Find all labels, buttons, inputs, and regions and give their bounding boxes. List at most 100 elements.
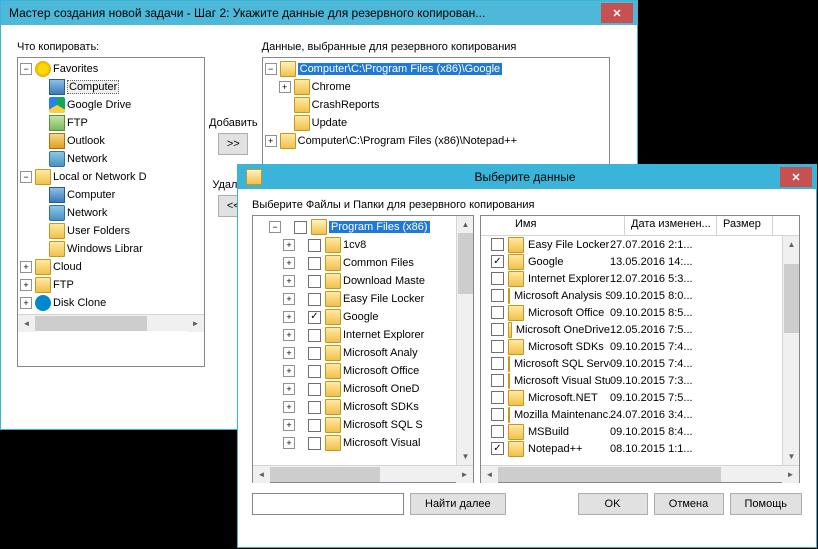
- find-next-button[interactable]: Найти далее: [410, 493, 506, 515]
- collapse-icon[interactable]: −: [265, 63, 277, 75]
- list-row[interactable]: Microsoft SDKs09.10.2015 7:4...: [481, 338, 782, 355]
- scroll-up-icon[interactable]: ▲: [783, 236, 799, 253]
- checkbox[interactable]: [308, 365, 321, 378]
- expand-icon[interactable]: +: [283, 419, 295, 431]
- scroll-thumb[interactable]: [270, 467, 380, 482]
- folder-tree[interactable]: −Program Files (x86)+1cv8+Common Files+D…: [252, 215, 474, 483]
- list-row[interactable]: Microsoft SQL Server09.10.2015 7:4...: [481, 355, 782, 372]
- scroll-right-icon[interactable]: ►: [456, 466, 473, 483]
- add-button[interactable]: >>: [218, 133, 248, 155]
- scroll-left-icon[interactable]: ◄: [253, 466, 270, 483]
- checkbox[interactable]: [308, 293, 321, 306]
- collapse-icon[interactable]: −: [20, 63, 32, 75]
- expand-icon[interactable]: +: [283, 401, 295, 413]
- close-button[interactable]: ✕: [601, 3, 633, 23]
- col-size[interactable]: Размер: [717, 216, 773, 235]
- tree-item[interactable]: +Internet Explorer: [255, 326, 454, 344]
- tree-item[interactable]: CrashReports: [265, 96, 607, 114]
- list-row[interactable]: Microsoft Office09.10.2015 8:5...: [481, 304, 782, 321]
- expand-icon[interactable]: +: [20, 297, 32, 309]
- tree-item[interactable]: +Computer\C:\Program Files (x86)\Notepad…: [265, 132, 607, 150]
- close-button[interactable]: ✕: [780, 167, 812, 187]
- checkbox[interactable]: [308, 347, 321, 360]
- checkbox[interactable]: [491, 323, 504, 336]
- tree-item[interactable]: +Common Files: [255, 254, 454, 272]
- scrollbar-vertical[interactable]: ▲▼: [456, 216, 473, 465]
- list-row[interactable]: Notepad++08.10.2015 1:1...: [481, 440, 782, 457]
- scroll-right-icon[interactable]: ►: [187, 315, 204, 332]
- checkbox[interactable]: [308, 437, 321, 450]
- list-row[interactable]: MSBuild09.10.2015 8:4...: [481, 423, 782, 440]
- list-row[interactable]: Easy File Locker27.07.2016 2:1...: [481, 236, 782, 253]
- checkbox[interactable]: [491, 442, 504, 455]
- cancel-button[interactable]: Отмена: [654, 493, 724, 515]
- titlebar[interactable]: Выберите данные ✕: [238, 165, 816, 189]
- scroll-thumb[interactable]: [498, 467, 721, 482]
- tree-item-outlook[interactable]: Outlook: [20, 132, 202, 150]
- scroll-up-icon[interactable]: ▲: [457, 216, 473, 233]
- expand-icon[interactable]: +: [265, 135, 277, 147]
- expand-icon[interactable]: +: [283, 365, 295, 377]
- collapse-icon[interactable]: −: [269, 221, 281, 233]
- tree-item-ftp2[interactable]: +FTP: [20, 276, 202, 294]
- list-row[interactable]: Google13.05.2016 14:...: [481, 253, 782, 270]
- checkbox[interactable]: [308, 239, 321, 252]
- checkbox[interactable]: [491, 255, 504, 268]
- tree-item-root[interactable]: −Program Files (x86): [255, 218, 454, 236]
- tree-item[interactable]: +Chrome: [265, 78, 607, 96]
- tree-item-computer2[interactable]: Computer: [20, 186, 202, 204]
- tree-item-favorites[interactable]: −Favorites: [20, 60, 202, 78]
- scroll-right-icon[interactable]: ►: [782, 466, 799, 483]
- tree-item-cloud[interactable]: +Cloud: [20, 258, 202, 276]
- scroll-left-icon[interactable]: ◄: [481, 466, 498, 483]
- expand-icon[interactable]: +: [283, 437, 295, 449]
- checkbox[interactable]: [491, 374, 504, 387]
- expand-icon[interactable]: +: [283, 347, 295, 359]
- tree-item[interactable]: −Computer\C:\Program Files (x86)\Google: [265, 60, 607, 78]
- checkbox[interactable]: [491, 408, 504, 421]
- list-row[interactable]: Microsoft Visual Stu...09.10.2015 7:3...: [481, 372, 782, 389]
- checkbox[interactable]: [491, 238, 504, 251]
- scroll-thumb[interactable]: [458, 233, 473, 294]
- tree-item-computer[interactable]: Computer: [20, 78, 202, 96]
- tree-item[interactable]: +Easy File Locker: [255, 290, 454, 308]
- file-list[interactable]: Имя Дата изменен... Размер Easy File Loc…: [480, 215, 800, 483]
- tree-item[interactable]: +Google: [255, 308, 454, 326]
- expand-icon[interactable]: +: [283, 329, 295, 341]
- tree-item-network2[interactable]: Network: [20, 204, 202, 222]
- search-input[interactable]: [252, 493, 404, 515]
- scrollbar-horizontal[interactable]: ◄►: [253, 465, 473, 482]
- scroll-down-icon[interactable]: ▼: [457, 448, 473, 465]
- checkbox[interactable]: [491, 425, 504, 438]
- checkbox[interactable]: [308, 419, 321, 432]
- tree-item[interactable]: +Microsoft Analy: [255, 344, 454, 362]
- tree-item[interactable]: +Download Maste: [255, 272, 454, 290]
- list-row[interactable]: Internet Explorer12.07.2016 5:3...: [481, 270, 782, 287]
- expand-icon[interactable]: +: [283, 311, 295, 323]
- source-tree[interactable]: −Favorites Computer Google Drive FTP Out…: [17, 57, 205, 367]
- tree-item-winlib[interactable]: Windows Librar: [20, 240, 202, 258]
- checkbox[interactable]: [294, 221, 307, 234]
- expand-icon[interactable]: +: [20, 279, 32, 291]
- checkbox[interactable]: [491, 289, 504, 302]
- expand-icon[interactable]: +: [283, 383, 295, 395]
- checkbox[interactable]: [491, 272, 504, 285]
- tree-item[interactable]: +Microsoft OneD: [255, 380, 454, 398]
- scrollbar-horizontal[interactable]: ◄►: [18, 314, 204, 331]
- expand-icon[interactable]: +: [283, 275, 295, 287]
- tree-item[interactable]: +Microsoft Visual: [255, 434, 454, 452]
- selected-tree[interactable]: −Computer\C:\Program Files (x86)\Google …: [262, 57, 610, 177]
- scroll-thumb[interactable]: [35, 316, 147, 331]
- expand-icon[interactable]: +: [283, 257, 295, 269]
- checkbox[interactable]: [308, 257, 321, 270]
- list-row[interactable]: Microsoft Analysis S...09.10.2015 8:0...: [481, 287, 782, 304]
- col-name[interactable]: Имя: [509, 216, 625, 235]
- expand-icon[interactable]: +: [20, 261, 32, 273]
- checkbox[interactable]: [491, 357, 504, 370]
- list-row[interactable]: Mozilla Maintenanc...24.07.2016 3:4...: [481, 406, 782, 423]
- collapse-icon[interactable]: −: [20, 171, 32, 183]
- tree-item[interactable]: +Microsoft SDKs: [255, 398, 454, 416]
- expand-icon[interactable]: +: [283, 293, 295, 305]
- checkbox[interactable]: [308, 401, 321, 414]
- tree-item-diskclone[interactable]: +Disk Clone: [20, 294, 202, 312]
